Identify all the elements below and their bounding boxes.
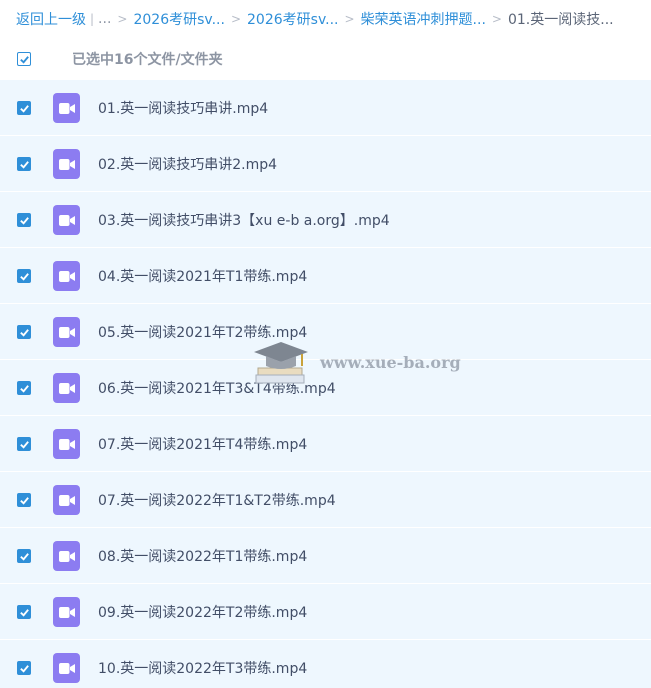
check-icon xyxy=(19,552,29,561)
check-icon xyxy=(19,55,29,64)
video-file-icon xyxy=(53,485,80,515)
breadcrumb-item[interactable]: 柴荣英语冲刺押题... xyxy=(361,9,486,29)
file-row[interactable]: 09.英一阅读2022年T2带练.mp4 xyxy=(0,584,651,640)
breadcrumb-item[interactable]: 2026考研sv... xyxy=(247,9,338,29)
file-name[interactable]: 07.英一阅读2021年T4带练.mp4 xyxy=(98,434,307,454)
check-icon xyxy=(19,384,29,393)
file-checkbox[interactable] xyxy=(17,493,31,507)
file-checkbox[interactable] xyxy=(17,605,31,619)
check-icon xyxy=(19,328,29,337)
file-name[interactable]: 07.英一阅读2022年T1&T2带练.mp4 xyxy=(98,490,336,510)
selection-count-label: 已选中16个文件/文件夹 xyxy=(72,52,223,68)
video-file-icon xyxy=(53,149,80,179)
file-list: 01.英一阅读技巧串讲.mp4 02.英一阅读技巧串讲2.mp4 03.英一阅读… xyxy=(0,80,651,688)
breadcrumb-ellipsis[interactable]: ... xyxy=(98,11,111,27)
file-row[interactable]: 05.英一阅读2021年T2带练.mp4 xyxy=(0,304,651,360)
file-row[interactable]: 04.英一阅读2021年T1带练.mp4 xyxy=(0,248,651,304)
back-link[interactable]: 返回上一级 xyxy=(16,9,86,29)
file-row[interactable]: 07.英一阅读2022年T1&T2带练.mp4 xyxy=(0,472,651,528)
breadcrumb-current: 01.英一阅读技... xyxy=(507,12,614,28)
check-icon xyxy=(19,608,29,617)
video-file-icon xyxy=(53,597,80,627)
breadcrumb-divider: | xyxy=(90,12,95,26)
file-name[interactable]: 04.英一阅读2021年T1带练.mp4 xyxy=(98,266,307,286)
file-name[interactable]: 09.英一阅读2022年T2带练.mp4 xyxy=(98,602,307,622)
check-icon xyxy=(19,160,29,169)
video-file-icon xyxy=(53,317,80,347)
breadcrumb: 返回上一级 | ... > 2026考研sv... > 2026考研sv... … xyxy=(0,0,651,38)
file-row[interactable]: 08.英一阅读2022年T1带练.mp4 xyxy=(0,528,651,584)
video-file-icon xyxy=(53,541,80,571)
select-all-checkbox[interactable] xyxy=(17,52,31,66)
chevron-right-icon: > xyxy=(230,12,242,26)
file-row[interactable]: 10.英一阅读2022年T3带练.mp4 xyxy=(0,640,651,688)
breadcrumb-item[interactable]: 2026考研sv... xyxy=(133,9,224,29)
file-checkbox[interactable] xyxy=(17,381,31,395)
file-name[interactable]: 01.英一阅读技巧串讲.mp4 xyxy=(98,98,268,118)
selection-bar: 已选中16个文件/文件夹 xyxy=(0,38,651,80)
file-row[interactable]: 02.英一阅读技巧串讲2.mp4 xyxy=(0,136,651,192)
file-checkbox[interactable] xyxy=(17,101,31,115)
file-name[interactable]: 02.英一阅读技巧串讲2.mp4 xyxy=(98,154,277,174)
file-name[interactable]: 10.英一阅读2022年T3带练.mp4 xyxy=(98,658,307,678)
check-icon xyxy=(19,272,29,281)
file-name[interactable]: 06.英一阅读2021年T3&T4带练.mp4 xyxy=(98,378,336,398)
video-file-icon xyxy=(53,93,80,123)
chevron-right-icon: > xyxy=(117,12,128,26)
video-file-icon xyxy=(53,653,80,683)
file-checkbox[interactable] xyxy=(17,549,31,563)
check-icon xyxy=(19,440,29,449)
file-row[interactable]: 01.英一阅读技巧串讲.mp4 xyxy=(0,80,651,136)
file-row[interactable]: 06.英一阅读2021年T3&T4带练.mp4 xyxy=(0,360,651,416)
file-row[interactable]: 07.英一阅读2021年T4带练.mp4 xyxy=(0,416,651,472)
file-checkbox[interactable] xyxy=(17,213,31,227)
check-icon xyxy=(19,496,29,505)
check-icon xyxy=(19,216,29,225)
file-checkbox[interactable] xyxy=(17,269,31,283)
file-row[interactable]: 03.英一阅读技巧串讲3【xu e-b a.org】.mp4 xyxy=(0,192,651,248)
check-icon xyxy=(19,664,29,673)
video-file-icon xyxy=(53,261,80,291)
file-checkbox[interactable] xyxy=(17,157,31,171)
chevron-right-icon: > xyxy=(491,12,502,26)
file-checkbox[interactable] xyxy=(17,325,31,339)
file-checkbox[interactable] xyxy=(17,661,31,675)
file-name[interactable]: 03.英一阅读技巧串讲3【xu e-b a.org】.mp4 xyxy=(98,210,390,230)
check-icon xyxy=(19,104,29,113)
video-file-icon xyxy=(53,429,80,459)
file-name[interactable]: 05.英一阅读2021年T2带练.mp4 xyxy=(98,322,307,342)
chevron-right-icon: > xyxy=(344,12,355,26)
file-name[interactable]: 08.英一阅读2022年T1带练.mp4 xyxy=(98,546,307,566)
video-file-icon xyxy=(53,373,80,403)
video-file-icon xyxy=(53,205,80,235)
file-checkbox[interactable] xyxy=(17,437,31,451)
